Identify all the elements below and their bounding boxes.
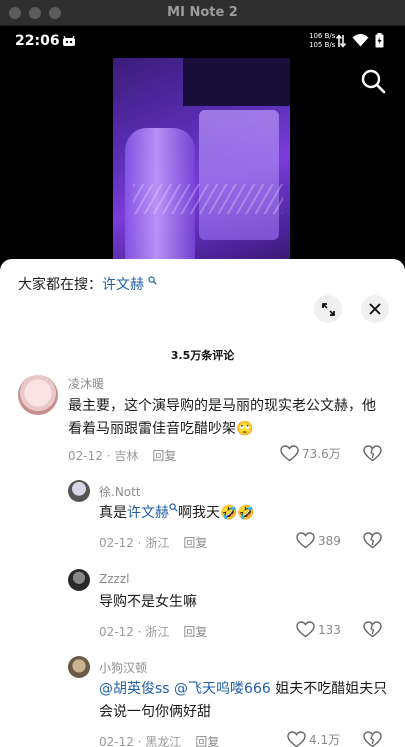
heart-icon — [280, 445, 299, 462]
download-speed: 105 B/s — [309, 41, 336, 49]
network-speed: 106 B/s 105 B/s — [309, 32, 335, 50]
comment-text: 最主要，这个演导购的是马丽的现实老公文赫，他看着马丽跟雷佳音吃醋吵架🙄 — [68, 398, 376, 437]
data-transfer-icon — [336, 33, 346, 48]
comment-meta: 02-12 · 黑龙江 回复 — [99, 733, 219, 747]
comment-text-after: 啊我天🤣🤣 — [178, 505, 255, 521]
comment-username[interactable]: 凌沐暖 — [68, 375, 104, 392]
close-icon — [369, 303, 381, 315]
comment-meta: 02-12 · 吉林 回复 — [68, 447, 176, 464]
video-player[interactable] — [113, 58, 290, 288]
suggested-search[interactable]: 大家都在搜：许文赫 — [18, 274, 158, 294]
comment-meta: 02-12 · 浙江 回复 — [99, 534, 207, 551]
comment-date-location: 02-12 · 浙江 — [99, 625, 170, 639]
status-icons — [336, 33, 384, 48]
avatar[interactable] — [18, 375, 58, 415]
like-button[interactable]: 133 — [296, 621, 341, 638]
comment-date-location: 02-12 · 吉林 — [68, 449, 139, 463]
search-small-icon — [148, 276, 158, 285]
heart-icon — [296, 532, 315, 549]
like-count: 4.1万 — [309, 733, 341, 747]
comments-sheet: 大家都在搜：许文赫 3.5万条评论 凌沐暖 最主要，这个演导购的是马丽的现实老公… — [0, 259, 405, 747]
comment-username[interactable]: Zzzzl — [99, 572, 129, 586]
comment-text: 真是许文赫 啊我天🤣🤣 — [99, 502, 389, 525]
reply-button[interactable]: 回复 — [183, 536, 207, 550]
comment-text: @胡英俊ss @飞天呜喽666 姐夫不吃醋姐夫只会说一句你俩好甜 — [99, 678, 389, 724]
heart-icon — [287, 731, 306, 747]
comment-date-location: 02-12 · 黑龙江 — [99, 735, 182, 747]
broken-heart-icon[interactable] — [363, 445, 382, 462]
suggested-search-prefix: 大家都在搜： — [18, 277, 102, 293]
video-floor-pattern — [133, 184, 283, 214]
like-count: 73.6万 — [302, 447, 341, 461]
battery-icon — [375, 33, 384, 48]
wifi-icon — [352, 34, 369, 47]
expand-button[interactable] — [314, 295, 342, 323]
comment-username[interactable]: 小狗汉顿 — [99, 659, 147, 676]
mention-link[interactable]: @飞天呜喽666 — [174, 681, 271, 697]
comment-text-before: 真是 — [99, 505, 127, 521]
comment-text: 导购不是女生嘛 — [99, 594, 197, 610]
video-signboard — [183, 58, 290, 106]
reply-button[interactable]: 回复 — [152, 449, 176, 463]
like-count: 389 — [318, 533, 341, 548]
upload-speed: 106 B/s — [309, 32, 336, 40]
status-time: 22:06 — [15, 33, 60, 49]
like-button[interactable]: 73.6万 — [280, 445, 341, 462]
reply-button[interactable]: 回复 — [195, 735, 219, 747]
comment-count: 3.5万条评论 — [170, 349, 235, 362]
reply-button[interactable]: 回复 — [183, 625, 207, 639]
comment-date-location: 02-12 · 浙江 — [99, 536, 170, 550]
like-count: 133 — [318, 622, 341, 637]
video-machine — [199, 110, 279, 240]
search-small-icon — [169, 503, 178, 512]
suggested-search-keyword[interactable]: 许文赫 — [102, 277, 144, 293]
status-bar: 22:06 106 B/s 105 B/s — [0, 26, 405, 58]
comment-username[interactable]: 徐.Nott — [99, 483, 141, 500]
like-button[interactable]: 389 — [296, 532, 341, 549]
like-button[interactable]: 4.1万 — [287, 731, 340, 747]
search-link[interactable]: 许文赫 — [127, 505, 169, 521]
window-titlebar: MI Note 2 — [0, 0, 405, 26]
tiktok-notification-icon — [63, 36, 75, 46]
close-comments-button[interactable] — [361, 295, 389, 323]
phone-screen: 22:06 106 B/s 105 B/s 大家都在搜：许文赫 3.5万条评论 … — [0, 26, 405, 747]
broken-heart-icon[interactable] — [363, 621, 382, 638]
broken-heart-icon[interactable] — [363, 532, 382, 549]
comment-meta: 02-12 · 浙江 回复 — [99, 623, 207, 640]
broken-heart-icon[interactable] — [363, 731, 382, 747]
window-title: MI Note 2 — [167, 5, 238, 20]
avatar[interactable] — [68, 480, 90, 502]
expand-icon — [321, 302, 335, 316]
search-icon[interactable] — [360, 68, 386, 94]
avatar[interactable] — [68, 569, 90, 591]
avatar[interactable] — [68, 656, 90, 678]
mention-link[interactable]: @胡英俊ss — [99, 681, 170, 697]
heart-icon — [296, 621, 315, 638]
